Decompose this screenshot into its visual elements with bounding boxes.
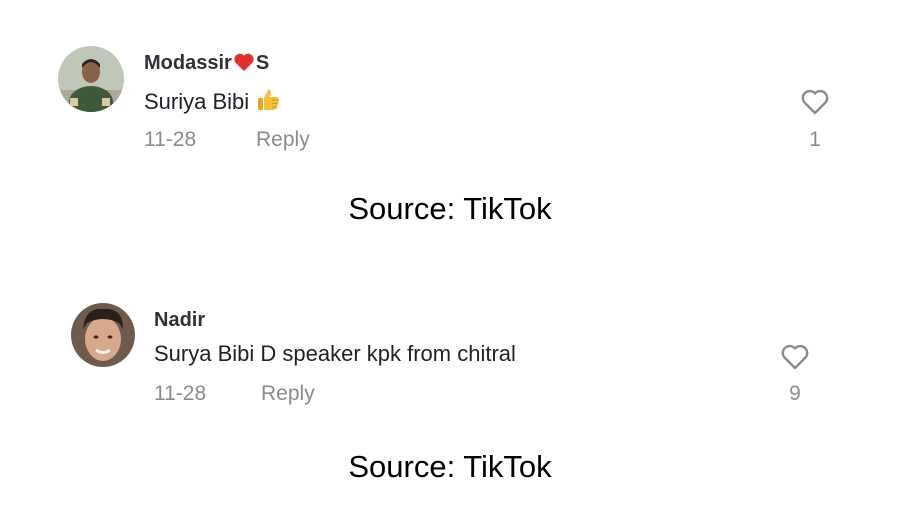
avatar-nadir[interactable] [71,303,135,367]
username-text-suffix: S [255,52,270,74]
like-count: 1 [809,128,821,151]
heart-outline-icon[interactable] [800,88,830,121]
comment-text: Surya Bibi D speaker kpk from chitral [154,341,516,366]
comment-username[interactable]: Nadir [154,309,205,332]
thumbs-up-icon [255,86,281,118]
like-count: 9 [789,382,801,405]
comment-date: 11-28 [154,382,207,405]
comment-username[interactable]: Modassir S [144,52,269,78]
reply-button[interactable]: Reply [256,128,310,152]
comment-date: 11-28 [144,128,197,151]
avatar-modassir[interactable] [58,46,124,112]
avatar-image [58,46,124,112]
source-caption: Source: TikTok [348,449,552,484]
reply-button[interactable]: Reply [261,382,315,406]
avatar-image [71,303,135,367]
red-heart-icon [233,52,255,78]
heart-outline-icon[interactable] [780,343,810,376]
source-caption: Source: TikTok [348,191,552,226]
comment-text-content: Suriya Bibi [144,89,250,114]
comment-text: Suriya Bibi [144,86,281,118]
username-text: Modassir [144,52,232,74]
